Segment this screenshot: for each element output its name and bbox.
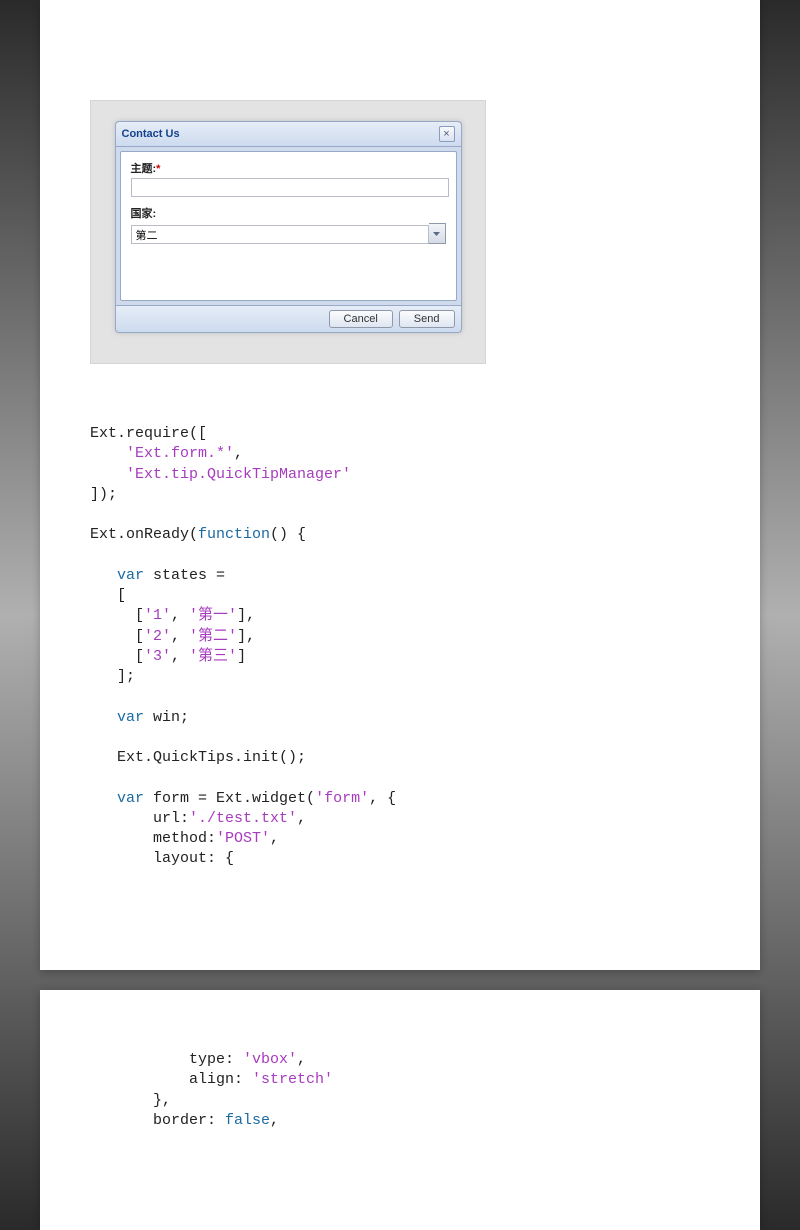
document-page-1: Contact Us × 主题:* 国家: [40,0,760,970]
window-title: Contact Us [122,128,180,140]
subject-label: 主题:* [131,163,161,175]
window-header: Contact Us × [116,122,461,147]
screenshot-container: Contact Us × 主题:* 国家: [90,100,486,364]
required-indicator: * [156,163,160,175]
subject-input[interactable] [131,178,449,197]
country-combo[interactable] [131,225,429,244]
subject-label-text: 主题: [131,163,157,175]
cancel-button[interactable]: Cancel [329,310,393,328]
country-label: 国家: [131,208,157,220]
code-block-1: Ext.require([ 'Ext.form.*', 'Ext.tip.Qui… [90,424,710,870]
window-footer: Cancel Send [116,305,461,332]
chevron-down-icon[interactable] [429,223,446,244]
close-icon[interactable]: × [439,126,455,142]
document-page-2: type: 'vbox', align: 'stretch' }, border… [40,990,760,1230]
window-body: 主题:* 国家: [120,151,457,301]
contact-window: Contact Us × 主题:* 国家: [115,121,462,333]
send-button[interactable]: Send [399,310,455,328]
code-block-2: type: 'vbox', align: 'stretch' }, border… [90,1050,710,1131]
